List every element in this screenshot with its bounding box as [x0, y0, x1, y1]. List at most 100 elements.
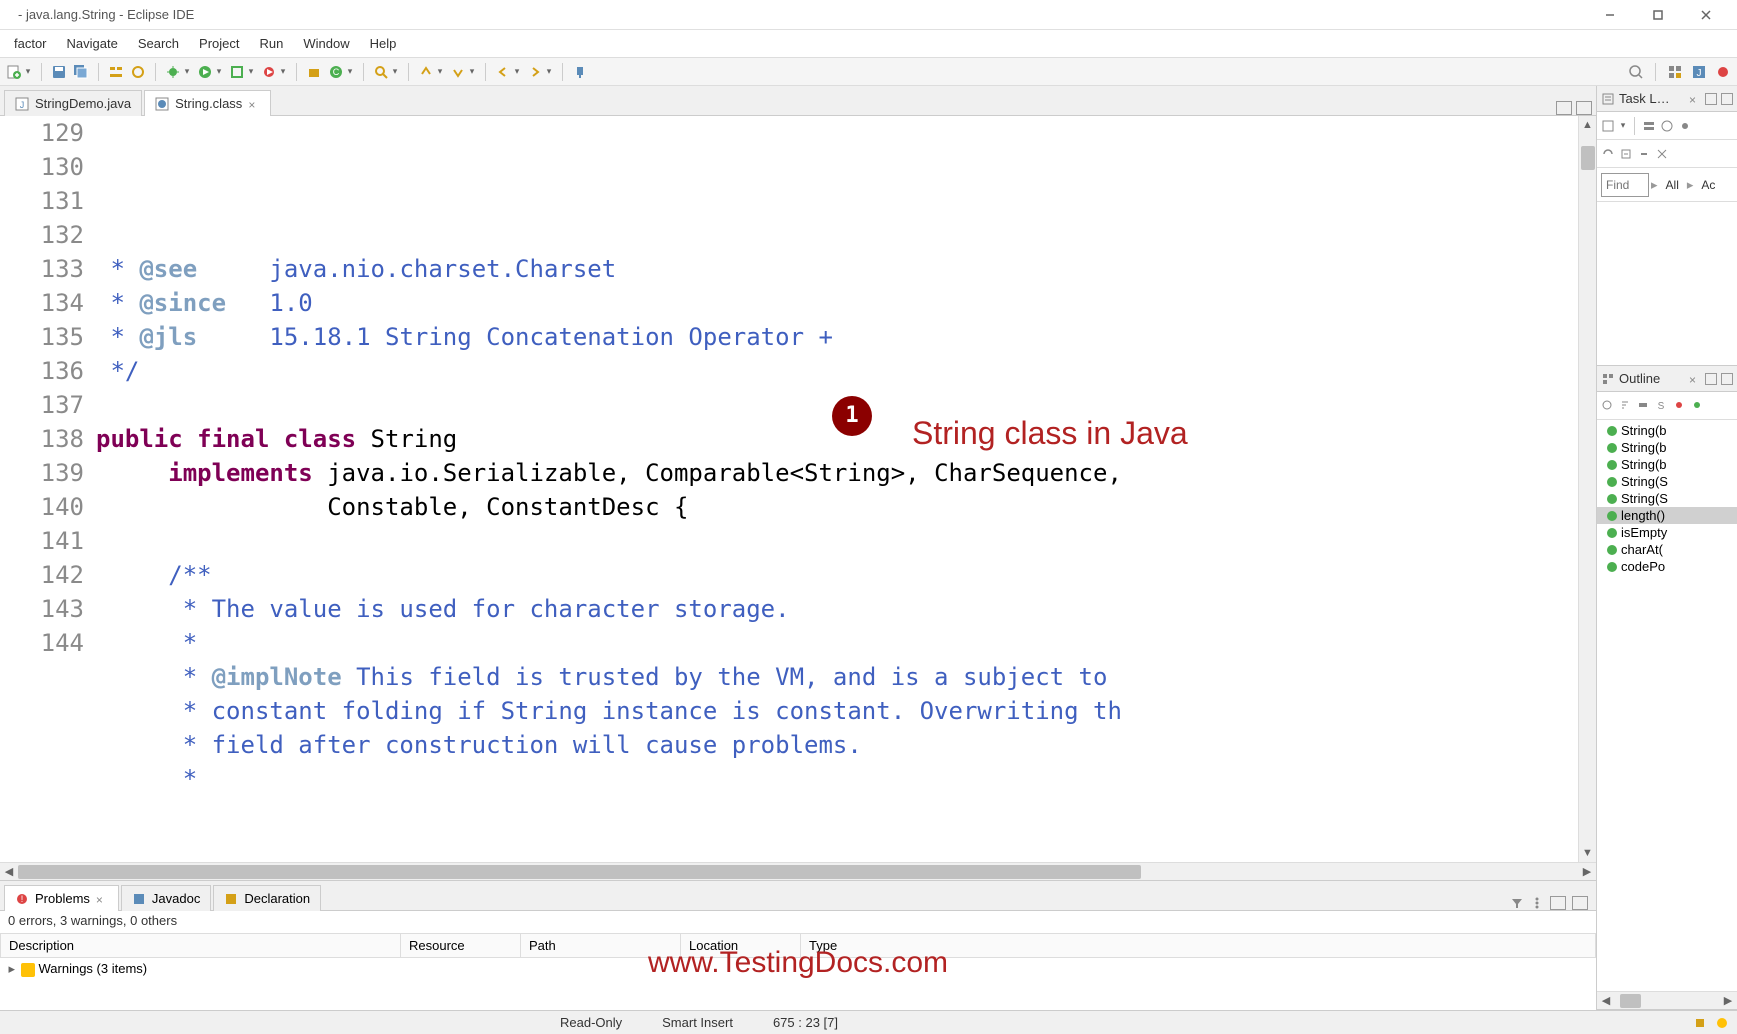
col-location[interactable]: Location: [681, 934, 801, 958]
horizontal-scrollbar[interactable]: ◀ ▶: [0, 862, 1596, 880]
scroll-right-arrow[interactable]: ▶: [1578, 863, 1596, 880]
debug-icon[interactable]: [165, 64, 181, 80]
scroll-up-arrow[interactable]: ▲: [1579, 116, 1596, 134]
code-content[interactable]: 1 String class in Java * @see java.nio.c…: [92, 116, 1578, 862]
outline-item[interactable]: String(S: [1597, 473, 1737, 490]
annotation-nav-icon[interactable]: [418, 64, 434, 80]
open-perspective-icon[interactable]: [1667, 64, 1683, 80]
toggle-breadcrumb-icon[interactable]: [108, 64, 124, 80]
col-resource[interactable]: Resource: [401, 934, 521, 958]
outline-item[interactable]: String(b: [1597, 456, 1737, 473]
max-outline-button[interactable]: [1721, 373, 1733, 385]
collapse-all-icon[interactable]: [1619, 147, 1633, 161]
next-dropdown[interactable]: ▾: [468, 64, 476, 80]
sort-icon[interactable]: [1619, 399, 1633, 413]
minimize-view-button[interactable]: [1556, 101, 1572, 115]
outline-item[interactable]: isEmpty: [1597, 524, 1737, 541]
tab-close-icon[interactable]: ×: [248, 98, 260, 110]
expand-toggle[interactable]: ▸: [9, 961, 21, 977]
outline-scroll-right[interactable]: ▶: [1719, 992, 1737, 1009]
min-outline-button[interactable]: [1705, 373, 1717, 385]
col-path[interactable]: Path: [521, 934, 681, 958]
scroll-thumb[interactable]: [1581, 146, 1595, 170]
new-dropdown[interactable]: ▾: [24, 64, 32, 80]
new-task-dropdown[interactable]: ▾: [1619, 118, 1627, 134]
hide-local-icon[interactable]: [1691, 399, 1705, 413]
new-icon[interactable]: [6, 64, 22, 80]
hide-icon[interactable]: [1655, 147, 1669, 161]
editor-tab-stringclass[interactable]: String.class ×: [144, 90, 271, 116]
outline-item[interactable]: String(S: [1597, 490, 1737, 507]
back-icon[interactable]: [495, 64, 511, 80]
close-outline-icon[interactable]: ×: [1689, 373, 1701, 385]
external-tools-icon[interactable]: [261, 64, 277, 80]
quick-access-icon[interactable]: [1628, 64, 1644, 80]
save-icon[interactable]: [51, 64, 67, 80]
run-icon[interactable]: [197, 64, 213, 80]
scroll-down-arrow[interactable]: ▼: [1579, 844, 1596, 862]
synchronize-icon[interactable]: [1601, 147, 1615, 161]
filter-all[interactable]: All: [1660, 176, 1685, 194]
view-menu-icon[interactable]: [1530, 896, 1544, 910]
focus-icon[interactable]: [1678, 119, 1692, 133]
java-perspective-icon[interactable]: J: [1691, 64, 1707, 80]
col-type[interactable]: Type: [801, 934, 1596, 958]
editor-tab-stringdemo[interactable]: J StringDemo.java: [4, 90, 142, 116]
skip-breakpoints-icon[interactable]: [130, 64, 146, 80]
forward-dropdown[interactable]: ▾: [545, 64, 553, 80]
filter-activate[interactable]: Ac: [1695, 176, 1721, 194]
col-description[interactable]: Description: [1, 934, 401, 958]
annotation-dropdown[interactable]: ▾: [436, 64, 444, 80]
max-panel-button[interactable]: [1721, 93, 1733, 105]
maximize-view-button[interactable]: [1576, 101, 1592, 115]
minimize-panel-button[interactable]: [1550, 896, 1566, 910]
hide-nonpublic-icon[interactable]: [1673, 399, 1687, 413]
close-button[interactable]: [1683, 1, 1729, 29]
link-icon[interactable]: [1637, 147, 1651, 161]
minimize-button[interactable]: [1587, 1, 1633, 29]
focus-outline-icon[interactable]: [1601, 399, 1615, 413]
menu-navigate[interactable]: Navigate: [57, 32, 128, 55]
task-find-input[interactable]: [1601, 173, 1649, 197]
code-editor[interactable]: 1291301311321331341351361371381391401411…: [0, 116, 1596, 862]
hide-static-icon[interactable]: S: [1655, 399, 1669, 413]
coverage-dropdown[interactable]: ▾: [247, 64, 255, 80]
menu-project[interactable]: Project: [189, 32, 249, 55]
menu-window[interactable]: Window: [293, 32, 359, 55]
min-panel-button[interactable]: [1705, 93, 1717, 105]
search-toolbar-icon[interactable]: [373, 64, 389, 80]
menu-search[interactable]: Search: [128, 32, 189, 55]
outline-item[interactable]: length(): [1597, 507, 1737, 524]
notification-icon[interactable]: [1693, 1016, 1707, 1030]
tab-close-icon[interactable]: ×: [96, 893, 108, 905]
new-package-icon[interactable]: [306, 64, 322, 80]
new-task-icon[interactable]: [1601, 119, 1615, 133]
vertical-scrollbar[interactable]: ▲ ▼: [1578, 116, 1596, 862]
search-dropdown[interactable]: ▾: [391, 64, 399, 80]
debug-dropdown[interactable]: ▾: [183, 64, 191, 80]
debug-perspective-icon[interactable]: [1715, 64, 1731, 80]
forward-icon[interactable]: [527, 64, 543, 80]
warnings-row[interactable]: ▸Warnings (3 items): [1, 958, 1596, 981]
coverage-icon[interactable]: [229, 64, 245, 80]
new-class-dropdown[interactable]: ▾: [346, 64, 354, 80]
javadoc-tab[interactable]: Javadoc: [121, 885, 211, 911]
outline-item[interactable]: String(b: [1597, 439, 1737, 456]
menu-refactor[interactable]: factor: [4, 32, 57, 55]
categorize-icon[interactable]: [1642, 119, 1656, 133]
outline-hscroll-thumb[interactable]: [1620, 994, 1641, 1008]
outline-scroll-left[interactable]: ◀: [1597, 992, 1615, 1009]
outline-item[interactable]: charAt(: [1597, 541, 1737, 558]
back-dropdown[interactable]: ▾: [513, 64, 521, 80]
tip-icon[interactable]: [1715, 1016, 1729, 1030]
outline-item[interactable]: String(b: [1597, 422, 1737, 439]
external-dropdown[interactable]: ▾: [279, 64, 287, 80]
menu-run[interactable]: Run: [250, 32, 294, 55]
menu-help[interactable]: Help: [360, 32, 407, 55]
new-class-icon[interactable]: C: [328, 64, 344, 80]
problems-tab[interactable]: ! Problems ×: [4, 885, 119, 911]
declaration-tab[interactable]: Declaration: [213, 885, 321, 911]
hide-fields-icon[interactable]: [1637, 399, 1651, 413]
save-all-icon[interactable]: [73, 64, 89, 80]
maximize-panel-button[interactable]: [1572, 896, 1588, 910]
